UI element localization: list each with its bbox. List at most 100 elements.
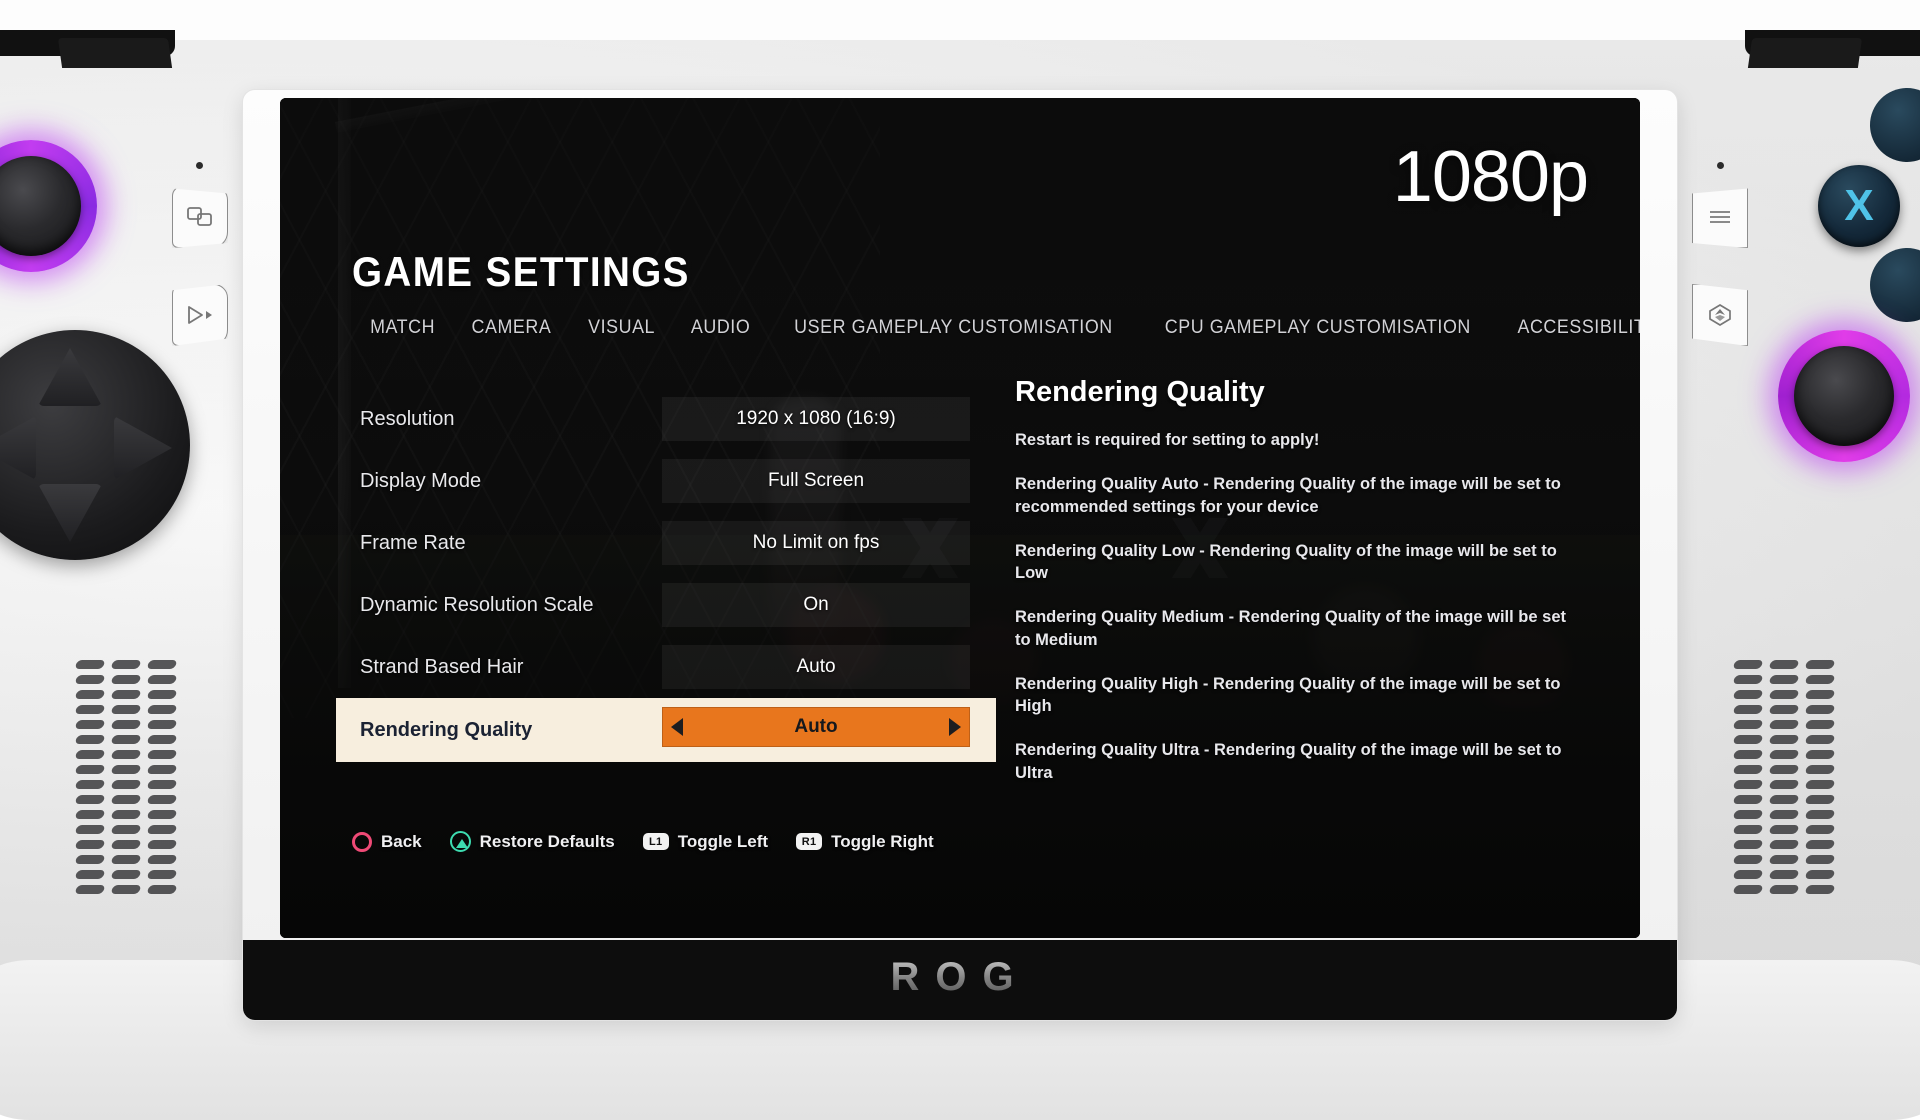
handheld-device: X ROG 1080p GAME SETTINGS	[0, 0, 1920, 1080]
tab-camera[interactable]: CAMERA	[457, 317, 567, 346]
vent-slot	[1733, 885, 1764, 894]
left-shoulder-trigger[interactable]	[58, 38, 172, 68]
vent-slot	[75, 705, 106, 714]
vent-slot	[147, 870, 178, 879]
setting-row-resolution[interactable]: Resolution1920 x 1080 (16:9)	[336, 388, 996, 450]
vent-slot	[1769, 735, 1800, 744]
setting-value-box[interactable]: No Limit on fps	[662, 521, 970, 565]
tab-accessibility[interactable]: ACCESSIBILITY	[1502, 317, 1640, 346]
vent-slot	[1805, 750, 1836, 759]
info-line: Rendering Quality Ultra - Rendering Qual…	[1015, 739, 1567, 784]
vent-slot	[75, 825, 106, 834]
circle-button-icon	[352, 832, 372, 852]
setting-value: Auto	[794, 716, 837, 738]
vent-slot	[1805, 795, 1836, 804]
vent-slot	[1769, 885, 1800, 894]
vent-slot	[1769, 660, 1800, 669]
vent-slot	[111, 675, 142, 684]
info-panel: Rendering Quality Restart is required fo…	[1015, 376, 1585, 806]
device-screen: 1080p GAME SETTINGS MATCHCAMERAVISUALAUD…	[280, 98, 1640, 938]
setting-value-box[interactable]: On	[662, 583, 970, 627]
vent-slot	[75, 810, 106, 819]
vent-slot	[111, 720, 142, 729]
info-line: Rendering Quality Low - Rendering Qualit…	[1015, 540, 1567, 585]
vent-slot	[1805, 735, 1836, 744]
vent-slot	[1805, 840, 1836, 849]
right-joystick-cap[interactable]	[1794, 346, 1894, 446]
vent-slot	[147, 840, 178, 849]
vent-slot	[1805, 765, 1836, 774]
vent-slot	[75, 885, 106, 894]
game-settings-screen: 1080p GAME SETTINGS MATCHCAMERAVISUALAUD…	[280, 98, 1640, 938]
tab-audio[interactable]: AUDIO	[676, 317, 765, 346]
dpad-up[interactable]	[38, 348, 102, 406]
vent-slot	[1769, 855, 1800, 864]
hint-toggle-left[interactable]: L1Toggle Left	[643, 832, 768, 852]
setting-value-box[interactable]: Auto	[662, 645, 970, 689]
dpad-right[interactable]	[114, 416, 172, 480]
tab-cpu-gameplay-customisation[interactable]: CPU GAMEPLAY CUSTOMISATION	[1150, 317, 1486, 346]
setting-row-dynamic-resolution-scale[interactable]: Dynamic Resolution ScaleOn	[336, 574, 996, 636]
vent-slot	[111, 690, 142, 699]
next-value-arrow-icon[interactable]	[949, 718, 961, 736]
vent-slot	[111, 840, 142, 849]
vent-slot	[147, 660, 178, 669]
setting-label: Rendering Quality	[360, 719, 532, 742]
hint-back[interactable]: Back	[352, 832, 422, 852]
right-shoulder-trigger[interactable]	[1748, 38, 1862, 68]
x-button[interactable]: X	[1818, 165, 1900, 247]
vent-slot	[1805, 660, 1836, 669]
vent-slot	[147, 825, 178, 834]
menu-button[interactable]	[1692, 186, 1748, 248]
right-joystick[interactable]	[1778, 330, 1910, 462]
setting-value: Auto	[796, 656, 835, 678]
vent-slot	[1769, 810, 1800, 819]
dpad-left[interactable]	[0, 416, 36, 480]
vent-slot	[1733, 840, 1764, 849]
setting-value-box[interactable]: 1920 x 1080 (16:9)	[662, 397, 970, 441]
info-line: Rendering Quality Auto - Rendering Quali…	[1015, 473, 1567, 518]
setting-value: Full Screen	[768, 470, 864, 492]
vent-slot	[111, 810, 142, 819]
vent-slot	[75, 660, 106, 669]
vent-slot	[1733, 705, 1764, 714]
vent-slot	[75, 690, 106, 699]
vent-slot	[111, 705, 142, 714]
bumper-button-icon: R1	[796, 833, 822, 850]
vent-slot	[1805, 705, 1836, 714]
setting-value: No Limit on fps	[753, 532, 880, 554]
setting-value-box[interactable]: Auto	[662, 707, 970, 747]
command-center-icon	[186, 305, 214, 325]
left-vent	[76, 660, 186, 910]
vent-slot	[111, 735, 142, 744]
setting-value-box[interactable]: Full Screen	[662, 459, 970, 503]
hint-restore-defaults[interactable]: Restore Defaults	[450, 831, 615, 852]
tab-match[interactable]: MATCH	[355, 317, 450, 346]
vent-slot	[1805, 780, 1836, 789]
armoury-crate-button[interactable]	[1692, 284, 1748, 346]
vent-slot	[1733, 660, 1764, 669]
vent-slot	[1805, 825, 1836, 834]
info-line: Restart is required for setting to apply…	[1015, 429, 1567, 451]
tab-visual[interactable]: VISUAL	[573, 317, 670, 346]
setting-row-frame-rate[interactable]: Frame RateNo Limit on fps	[336, 512, 996, 574]
hint-toggle-right[interactable]: R1Toggle Right	[796, 832, 934, 852]
previous-value-arrow-icon[interactable]	[671, 718, 683, 736]
setting-row-display-mode[interactable]: Display ModeFull Screen	[336, 450, 996, 512]
right-vent	[1734, 660, 1844, 910]
setting-row-strand-based-hair[interactable]: Strand Based HairAuto	[336, 636, 996, 698]
command-center-button[interactable]	[172, 284, 228, 346]
info-panel-title: Rendering Quality	[1015, 376, 1585, 409]
vent-slot	[1769, 690, 1800, 699]
vent-slot	[1769, 795, 1800, 804]
vent-slot	[111, 795, 142, 804]
vent-slot	[147, 795, 178, 804]
setting-row-rendering-quality[interactable]: Rendering Quality Auto	[336, 698, 996, 762]
tab-user-gameplay-customisation[interactable]: USER GAMEPLAY CUSTOMISATION	[780, 317, 1129, 346]
window-switch-icon	[187, 207, 213, 227]
vent-slot	[1733, 870, 1764, 879]
vent-slot	[147, 855, 178, 864]
dpad-down[interactable]	[38, 484, 102, 542]
window-switch-button[interactable]	[172, 186, 228, 248]
vent-slot	[1769, 870, 1800, 879]
